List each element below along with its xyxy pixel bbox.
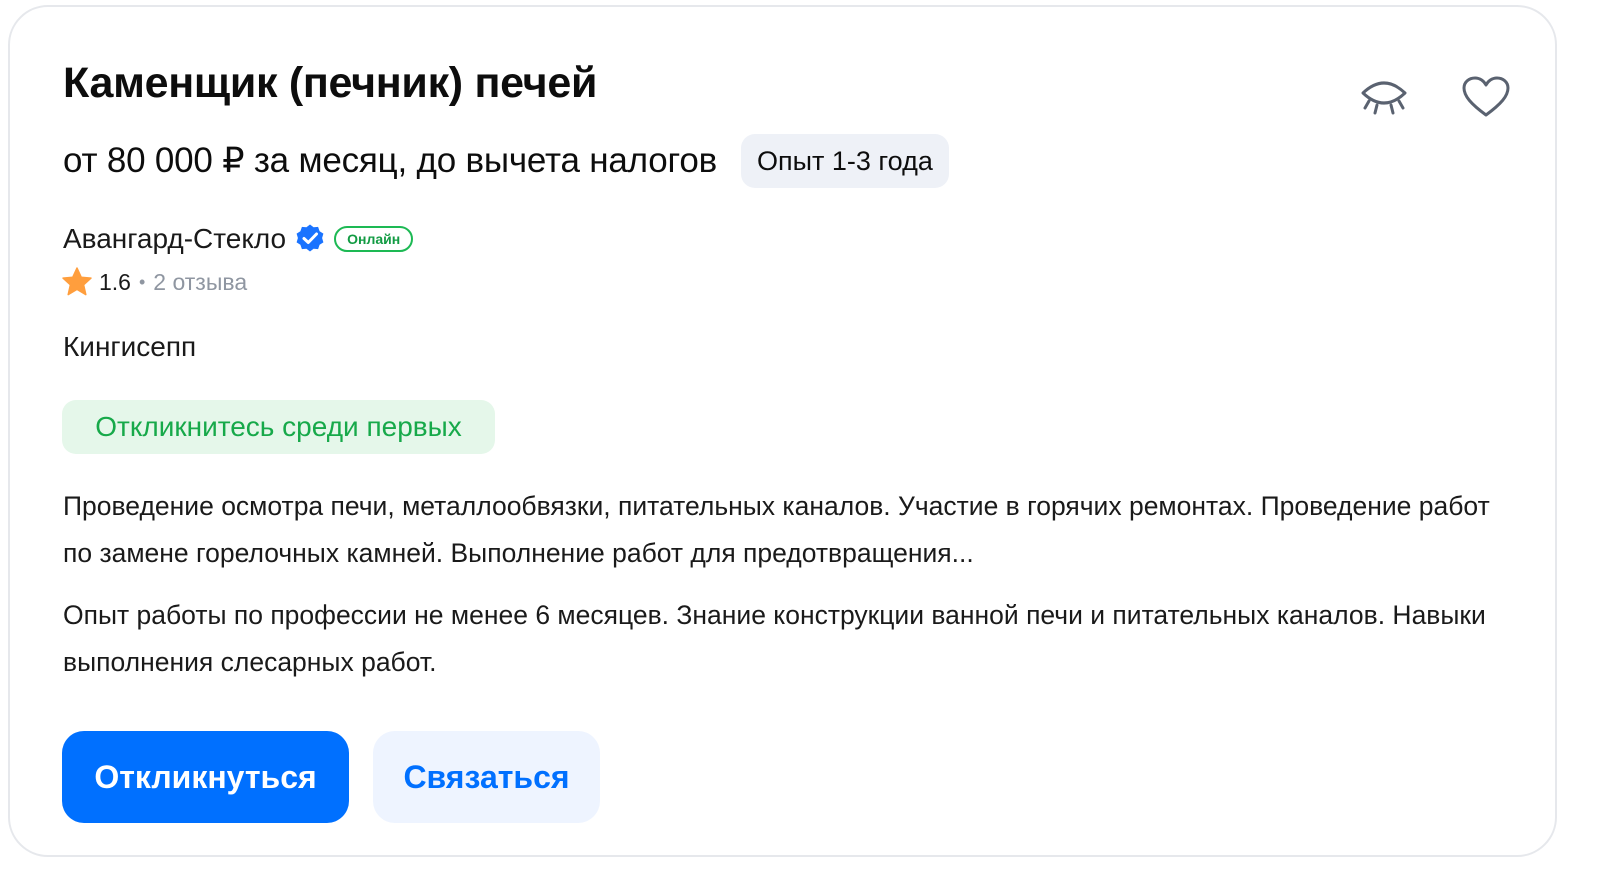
eye-closed-icon [1361, 81, 1407, 115]
rating-value: 1.6 [99, 268, 131, 295]
company-row: Авангард-Стекло Онлайн [63, 219, 414, 259]
online-badge: Онлайн [334, 226, 414, 252]
responsibilities-snippet: Проведение осмотра печи, металлообвязки,… [63, 491, 1490, 568]
respond-button[interactable]: Откликнуться [62, 731, 349, 823]
vacancy-card: Каменщик (печник) печей от 80 000 ₽ за м… [8, 5, 1557, 857]
card-actions [1355, 71, 1515, 123]
heart-icon [1462, 76, 1510, 117]
reviews-link[interactable]: 2 отзыва [153, 269, 247, 296]
favorite-button[interactable] [1457, 71, 1515, 123]
verified-check-icon [294, 223, 326, 255]
city-label: Кингисепп [63, 331, 197, 362]
hide-vacancy-button[interactable] [1355, 71, 1413, 123]
salary-row: от 80 000 ₽ за месяц, до вычета налогов … [63, 133, 949, 189]
experience-badge: Опыт 1-3 года [741, 134, 949, 188]
salary-text: от 80 000 ₽ за месяц, до вычета налогов [63, 141, 717, 180]
contact-button[interactable]: Связаться [373, 731, 600, 823]
star-icon [61, 266, 93, 298]
company-name-link[interactable]: Авангард-Стекло [63, 223, 286, 255]
vacancy-title[interactable]: Каменщик (печник) печей [63, 59, 597, 108]
rating-row: 1.6 • 2 отзыва [61, 264, 247, 300]
respond-first-badge: Откликнитесь среди первых [62, 400, 495, 454]
rating-separator: • [138, 271, 146, 292]
requirements-snippet: Опыт работы по профессии не менее 6 меся… [63, 600, 1486, 677]
